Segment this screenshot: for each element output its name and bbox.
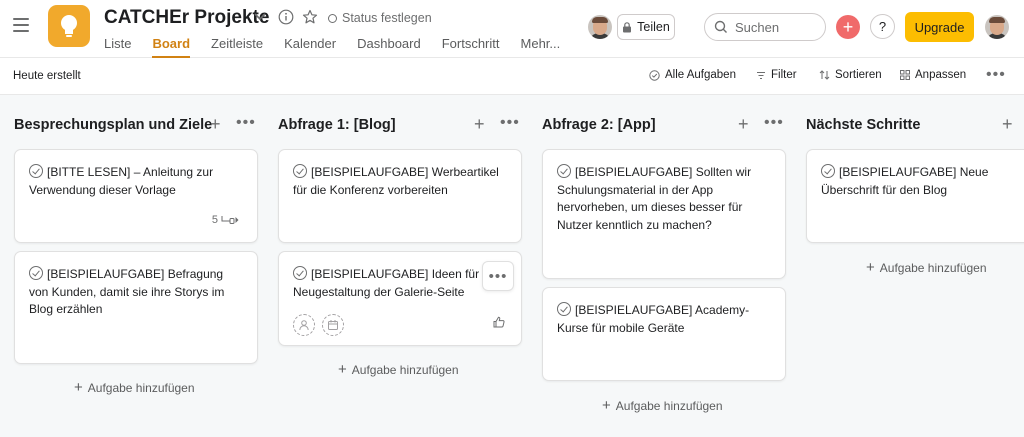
complete-check-icon[interactable] xyxy=(293,164,307,178)
status-selector[interactable]: Status festlegen xyxy=(328,11,432,25)
search-icon xyxy=(714,20,727,33)
filter-icon xyxy=(757,71,765,79)
info-icon[interactable] xyxy=(278,9,294,28)
tab-zeitleiste[interactable]: Zeitleiste xyxy=(211,36,263,58)
complete-check-icon[interactable] xyxy=(29,266,43,280)
tab-fortschritt[interactable]: Fortschritt xyxy=(442,36,500,58)
tab-liste[interactable]: Liste xyxy=(104,36,131,58)
help-button[interactable]: ? xyxy=(870,14,895,39)
add-task-plus-icon[interactable]: + xyxy=(210,114,221,135)
task-card[interactable]: [BITTE LESEN] – Anleitung zur Verwendung… xyxy=(14,149,258,243)
add-task-label: Aufgabe hinzufügen xyxy=(615,398,723,413)
board-toolbar: Heute erstellt Alle Aufgaben Filter Sort… xyxy=(0,58,1024,95)
task-title: [BEISPIELAUFGABE] Befragung von Kunden, … xyxy=(29,267,225,316)
complete-check-icon[interactable] xyxy=(293,266,307,280)
customize-button[interactable]: Anpassen xyxy=(900,69,966,81)
complete-check-icon[interactable] xyxy=(557,164,571,178)
share-label: Teilen xyxy=(637,20,670,34)
view-tabs: Liste Board Zeitleiste Kalender Dashboar… xyxy=(104,36,581,58)
assignee-icon[interactable] xyxy=(293,314,315,336)
plus-icon: + xyxy=(338,361,347,378)
grid-icon xyxy=(900,70,910,80)
upgrade-button[interactable]: Upgrade xyxy=(905,12,974,42)
user-avatar[interactable] xyxy=(985,15,1009,39)
check-circle-icon xyxy=(649,69,660,81)
subtask-icon xyxy=(221,216,239,224)
task-card[interactable]: [BEISPIELAUFGABE] Sollten wir Schulungsm… xyxy=(542,149,786,279)
tab-dashboard[interactable]: Dashboard xyxy=(357,36,421,58)
task-card[interactable]: [BEISPIELAUFGABE] Ideen für die Neugesta… xyxy=(278,251,522,346)
status-dot-icon xyxy=(328,13,337,23)
board-column: Nächste Schritte + [BEISPIELAUFGABE] Neu… xyxy=(792,95,1024,437)
add-task-label: Aufgabe hinzufügen xyxy=(87,380,195,395)
complete-check-icon[interactable] xyxy=(821,164,835,178)
tab-board[interactable]: Board xyxy=(152,36,191,58)
task-card[interactable]: [BEISPIELAUFGABE] Neue Überschrift für d… xyxy=(806,149,1024,243)
task-title: [BEISPIELAUFGABE] Neue Überschrift für d… xyxy=(821,165,989,197)
board-column: Besprechungsplan und Ziele + ••• [BITTE … xyxy=(0,95,264,437)
project-lightbulb-icon[interactable] xyxy=(48,5,90,47)
quick-add-plus-icon[interactable]: + xyxy=(836,15,860,39)
task-title: [BITTE LESEN] – Anleitung zur Verwendung… xyxy=(29,165,214,197)
subtask-count-value: 5 xyxy=(211,214,218,226)
menu-icon[interactable] xyxy=(13,18,29,32)
due-date-icon[interactable] xyxy=(322,314,344,336)
plus-icon: + xyxy=(74,379,83,396)
subtask-count[interactable]: 5 xyxy=(212,214,239,226)
like-icon[interactable] xyxy=(493,316,505,331)
task-title: [BEISPIELAUFGABE] Werbeartikel für die K… xyxy=(293,165,499,197)
sort-icon xyxy=(819,70,830,80)
add-task-button[interactable]: + Aufgabe hinzufügen xyxy=(602,397,723,414)
sort-label: Sortieren xyxy=(835,69,882,81)
search-input[interactable] xyxy=(735,19,815,35)
search-box[interactable] xyxy=(704,13,826,41)
filter-label: Filter xyxy=(771,69,797,81)
top-bar: CATCHEr Projekte Status festlegen Liste … xyxy=(0,0,1024,58)
add-task-button[interactable]: + Aufgabe hinzufügen xyxy=(338,361,459,378)
add-task-button[interactable]: + Aufgabe hinzufügen xyxy=(866,259,987,276)
project-title: CATCHEr Projekte xyxy=(104,7,270,28)
star-icon[interactable] xyxy=(302,9,318,28)
column-more-icon[interactable]: ••• xyxy=(236,114,256,132)
add-task-label: Aufgabe hinzufügen xyxy=(879,260,987,275)
sort-button[interactable]: Sortieren xyxy=(819,69,882,81)
add-task-plus-icon[interactable]: + xyxy=(1002,114,1013,135)
plus-icon: + xyxy=(602,397,611,414)
board-column: Abfrage 2: [App] + ••• [BEISPIELAUFGABE]… xyxy=(528,95,792,437)
column-title: Abfrage 2: [App] xyxy=(542,117,656,133)
all-tasks-label: Alle Aufgaben xyxy=(665,69,736,81)
card-more-icon[interactable]: ••• xyxy=(482,261,514,291)
board-column: Abfrage 1: [Blog] + ••• [BEISPIELAUFGABE… xyxy=(264,95,528,437)
task-title: [BEISPIELAUFGABE] Ideen für die Neugesta… xyxy=(293,267,499,299)
task-title: [BEISPIELAUFGABE] Academy-Kurse für mobi… xyxy=(557,303,750,335)
avatar[interactable] xyxy=(588,15,612,39)
column-title: Abfrage 1: [Blog] xyxy=(278,117,396,133)
task-title: [BEISPIELAUFGABE] Sollten wir Schulungsm… xyxy=(557,165,752,232)
customize-label: Anpassen xyxy=(915,69,967,81)
add-task-plus-icon[interactable]: + xyxy=(738,114,749,135)
chevron-down-icon[interactable] xyxy=(253,9,267,26)
complete-check-icon[interactable] xyxy=(29,164,43,178)
task-card[interactable]: [BEISPIELAUFGABE] Academy-Kurse für mobi… xyxy=(542,287,786,381)
filter-button[interactable]: Filter xyxy=(756,69,797,81)
tab-kalender[interactable]: Kalender xyxy=(284,36,336,58)
more-options-icon[interactable]: ••• xyxy=(986,66,1006,84)
task-card[interactable]: [BEISPIELAUFGABE] Befragung von Kunden, … xyxy=(14,251,258,364)
share-button[interactable]: Teilen xyxy=(617,14,675,40)
plus-icon: + xyxy=(866,259,875,276)
created-today-label: Heute erstellt xyxy=(13,70,81,82)
add-task-button[interactable]: + Aufgabe hinzufügen xyxy=(74,379,195,396)
lock-icon xyxy=(623,21,632,32)
add-task-label: Aufgabe hinzufügen xyxy=(351,362,459,377)
column-title: Besprechungsplan und Ziele xyxy=(14,117,213,133)
task-card[interactable]: [BEISPIELAUFGABE] Werbeartikel für die K… xyxy=(278,149,522,243)
add-task-plus-icon[interactable]: + xyxy=(474,114,485,135)
column-more-icon[interactable]: ••• xyxy=(764,114,784,132)
status-label: Status festlegen xyxy=(342,11,432,25)
column-title: Nächste Schritte xyxy=(806,117,921,133)
complete-check-icon[interactable] xyxy=(557,302,571,316)
all-tasks-filter[interactable]: Alle Aufgaben xyxy=(649,69,736,81)
tab-mehr[interactable]: Mehr... xyxy=(521,36,561,58)
column-more-icon[interactable]: ••• xyxy=(500,114,520,132)
